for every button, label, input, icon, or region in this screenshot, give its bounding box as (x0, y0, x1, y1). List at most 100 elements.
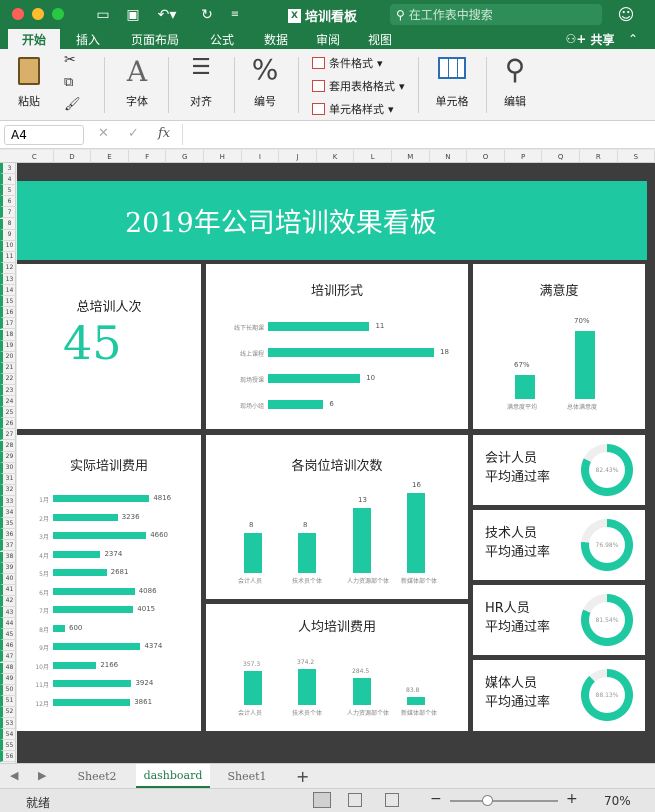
row-header-46: 46 (0, 640, 16, 652)
conditional-format-button[interactable]: 条件格式 ▾ (312, 55, 383, 71)
chart-bar (53, 495, 150, 502)
save-icon[interactable]: ▣ (124, 6, 142, 23)
zoom-in-icon[interactable]: + (566, 791, 578, 807)
pass-rate-card-media: 媒体人员 平均通过率 88.13% (473, 660, 645, 731)
row-header-34: 34 (0, 507, 16, 519)
share-button[interactable]: ⚇+ 共享 (562, 29, 618, 49)
search-input[interactable]: ⚲ 在工作表中搜索 (390, 4, 602, 25)
page-layout-view-icon[interactable] (348, 793, 362, 807)
data-label: 13 (358, 496, 367, 504)
column-header-n: N (430, 150, 468, 163)
magnifier-icon: ⚲ (504, 53, 526, 86)
user-smiley-icon[interactable]: ☺ (614, 5, 638, 24)
number-format-button[interactable]: % 编号 (240, 49, 290, 121)
row-header-6: 6 (0, 196, 16, 208)
chart-bar (53, 532, 147, 539)
pass-rate-card-hr: HR人员 平均通过率 81.54% (473, 585, 645, 655)
row-header-9: 9 (0, 229, 16, 241)
collapse-ribbon-chevron-icon[interactable]: ⌃ (622, 29, 644, 49)
formula-input[interactable] (182, 124, 650, 145)
prev-sheet-icon[interactable]: ◀ (10, 769, 18, 782)
chart-bar (53, 624, 65, 632)
tab-home[interactable]: 开始 (8, 29, 60, 49)
tab-view[interactable]: 视图 (358, 29, 402, 49)
zoom-slider-handle[interactable] (482, 795, 493, 806)
cell-style-button[interactable]: 单元格样式 ▾ (312, 101, 394, 117)
category-label: 8月 (39, 626, 49, 634)
copy-icon[interactable]: ⧉ (64, 75, 73, 90)
chart-title: 各岗位培训次数 (291, 459, 383, 474)
formula-bar: A4 ✕ ✓ fx (0, 121, 655, 149)
zoom-slider[interactable] (450, 795, 558, 806)
category-label: 技术员个体 (292, 578, 323, 585)
cell-style-label: 单元格样式 (329, 103, 384, 116)
column-header-d: D (54, 150, 92, 163)
sheet-tab-dashboard[interactable]: dashboard (136, 764, 210, 788)
row-header-13: 13 (0, 274, 16, 286)
next-sheet-icon[interactable]: ▶ (38, 769, 46, 782)
card-line2: 平均通过率 (485, 620, 551, 635)
data-label: 8 (249, 521, 254, 529)
cells-button[interactable]: 单元格 (424, 49, 480, 121)
row-header-5: 5 (0, 185, 16, 197)
zoom-level[interactable]: 70% (604, 794, 631, 808)
data-label: 4816 (153, 494, 172, 502)
format-painter-icon[interactable]: 🖌 (64, 97, 81, 112)
zoom-out-icon[interactable]: − (430, 791, 442, 807)
close-window-button[interactable] (12, 8, 24, 20)
chart-bar (268, 348, 434, 357)
paste-button[interactable]: 粘贴 (4, 49, 54, 121)
tab-formulas[interactable]: 公式 (200, 29, 244, 49)
chart-bar (53, 513, 118, 521)
cut-icon[interactable]: ✂ (64, 52, 76, 68)
row-header-18: 18 (0, 329, 16, 341)
row-header-3: 3 (0, 163, 16, 175)
edit-button[interactable]: ⚲ 编辑 (490, 49, 540, 121)
column-header-p: P (505, 150, 543, 163)
data-label: 284.5 (352, 667, 370, 675)
chart-bar (53, 643, 141, 650)
name-box[interactable]: A4 (4, 125, 84, 145)
tab-review[interactable]: 审阅 (306, 29, 350, 49)
chart-bar (53, 680, 132, 687)
category-label: 现场授课 (239, 377, 264, 384)
table-format-button[interactable]: 套用表格格式 ▾ (312, 78, 405, 94)
tab-page-layout[interactable]: 页面布局 (120, 29, 190, 49)
conditional-format-icon (312, 57, 325, 69)
tab-data[interactable]: 数据 (254, 29, 298, 49)
table-format-icon (312, 80, 325, 92)
add-sheet-icon[interactable]: + (296, 767, 309, 786)
align-button[interactable]: ☰ 对齐 (176, 49, 226, 121)
card-line1: 媒体人员 (485, 676, 538, 691)
chart-bar (53, 661, 97, 669)
status-bar: 就绪 − + 70% (0, 788, 655, 812)
minimize-window-button[interactable] (32, 8, 44, 20)
ribbon-divider (168, 57, 169, 113)
maximize-window-button[interactable] (52, 8, 64, 20)
document-title-text: 培训看板 (305, 10, 358, 25)
sheet-tab-sheet2[interactable]: Sheet2 (66, 764, 128, 788)
chart-bar (407, 696, 425, 705)
add-person-icon: ⚇+ (565, 32, 587, 46)
redo-icon[interactable]: ↻ (198, 6, 216, 23)
ribbon-divider (418, 57, 419, 113)
sheet-tab-bar: ◀ ▶ Sheet2 dashboard Sheet1 + (0, 763, 655, 788)
sidebar-toggle-icon[interactable]: ▭ (94, 6, 112, 23)
card-line2: 平均通过率 (485, 695, 551, 710)
data-label: 600 (69, 623, 83, 632)
cancel-icon[interactable]: ✕ (98, 126, 109, 141)
font-button[interactable]: A 字体 (112, 49, 162, 121)
undo-icon[interactable]: ↶▾ (154, 6, 180, 23)
function-icon[interactable]: fx (158, 126, 170, 141)
sheet-tab-sheet1[interactable]: Sheet1 (216, 764, 278, 788)
category-label: 10月 (35, 663, 49, 671)
row-header-56: 56 (0, 751, 16, 763)
worksheet-canvas[interactable]: 2019年公司培训效果看板 总培训人次 45 培训形式 线下长期课 11 线上课程 1… (17, 163, 655, 763)
normal-view-icon[interactable] (313, 792, 331, 808)
row-header-39: 39 (0, 562, 16, 574)
tab-insert[interactable]: 插入 (66, 29, 110, 49)
customize-toolbar-icon[interactable]: ≡ (228, 6, 242, 23)
chart-title: 满意度 (539, 284, 579, 299)
confirm-icon[interactable]: ✓ (128, 126, 139, 141)
page-break-view-icon[interactable] (385, 793, 399, 807)
